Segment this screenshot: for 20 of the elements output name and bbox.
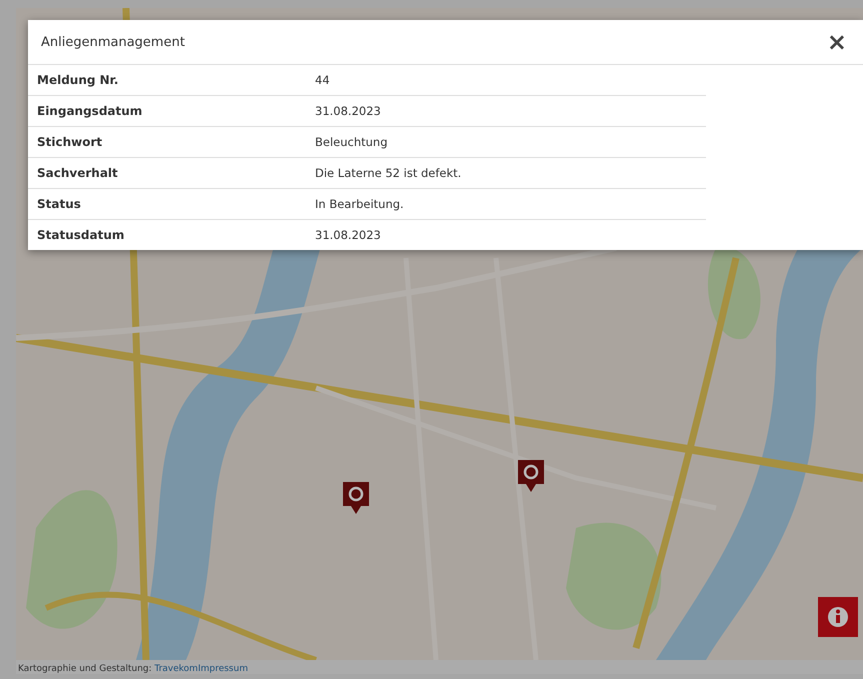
map-marker-icon[interactable]	[341, 480, 371, 516]
map-marker-icon[interactable]	[516, 458, 546, 494]
info-icon[interactable]	[818, 597, 858, 637]
field-label: Eingangsdatum	[28, 96, 306, 126]
footer-link[interactable]: Travekom	[154, 664, 198, 674]
field-label: Meldung Nr.	[28, 65, 306, 96]
field-label: Stichwort	[28, 126, 306, 158]
field-label: Sachverhalt	[28, 158, 306, 188]
field-value: 44	[306, 65, 706, 96]
field-value: 31.08.2023	[306, 96, 706, 126]
close-button[interactable]: ×	[822, 30, 851, 54]
field-label: Status	[28, 188, 306, 220]
dialog-title: Anliegenmanagement	[41, 34, 185, 50]
field-value: 31.08.2023	[306, 220, 706, 250]
footer-link[interactable]: Impressum	[198, 664, 248, 674]
field-value: In Bearbeitung.	[306, 188, 706, 220]
field-value: Beleuchtung	[306, 126, 706, 158]
footer-credit: Kartographie und Gestaltung: TravekomImpressum	[16, 660, 863, 674]
field-value: Die Laterne 52 ist defekt.	[306, 158, 706, 188]
field-label: Statusdatum	[28, 220, 306, 250]
